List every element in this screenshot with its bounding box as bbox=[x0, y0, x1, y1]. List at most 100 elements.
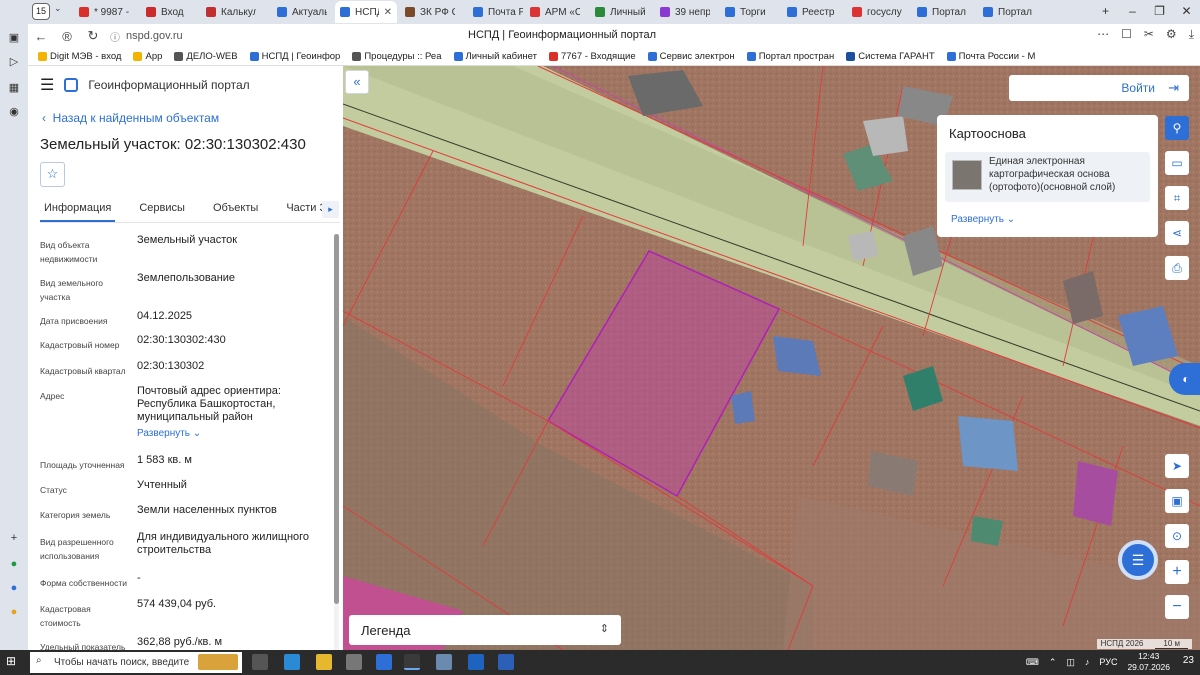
zoom-in-icon[interactable]: + bbox=[1165, 560, 1189, 584]
bookmark-item[interactable]: Личный кабинет bbox=[453, 51, 537, 62]
browser-tab[interactable]: ЗК РФ Ст bbox=[400, 1, 460, 23]
minimize-icon[interactable]: – bbox=[1119, 0, 1146, 24]
tab-label: госуслуг bbox=[867, 6, 902, 18]
explorer-icon[interactable] bbox=[316, 654, 332, 670]
volume-icon[interactable]: ♪ bbox=[1085, 657, 1090, 667]
browser-tab[interactable]: Почта Ро bbox=[468, 1, 528, 23]
back-to-results-link[interactable]: ‹ Назад к найденным объектам bbox=[42, 111, 219, 125]
green-app-icon[interactable]: ● bbox=[6, 556, 22, 572]
location-pin-icon[interactable]: ⊙ bbox=[1165, 524, 1189, 548]
task-view-icon[interactable] bbox=[252, 654, 268, 670]
tiger-widget-icon[interactable] bbox=[198, 654, 238, 670]
tray-chevron-icon[interactable]: ⌃ bbox=[1049, 657, 1057, 668]
select-area-tool-icon[interactable]: ⌗ bbox=[1165, 186, 1189, 210]
legend-selector[interactable]: Легенда ⇕ bbox=[349, 615, 621, 645]
network-icon[interactable]: ◫ bbox=[1066, 657, 1075, 668]
notification-badge[interactable]: 23 bbox=[1183, 655, 1194, 666]
print-tool-icon[interactable]: ⎙ bbox=[1165, 256, 1189, 280]
bookmark-item[interactable]: 7767 - Входящие bbox=[548, 51, 636, 62]
more-icon[interactable]: ⋯ bbox=[1097, 27, 1109, 42]
tabs-next-icon[interactable]: ▸ bbox=[322, 201, 339, 218]
menu-icon[interactable]: ☰ bbox=[40, 75, 54, 95]
back-arrow-icon[interactable]: ← bbox=[28, 29, 54, 44]
word-icon[interactable] bbox=[498, 654, 514, 670]
bookmark-item[interactable]: Почта России - М bbox=[946, 51, 1035, 62]
yandex-browser-icon[interactable] bbox=[404, 654, 420, 670]
language-indicator[interactable]: РУС bbox=[1099, 657, 1117, 667]
browser-tab[interactable]: Портал п bbox=[978, 1, 1038, 23]
calendar-icon[interactable]: ▦ bbox=[6, 80, 22, 96]
maximize-icon[interactable]: ❐ bbox=[1146, 0, 1173, 24]
store-icon[interactable] bbox=[346, 654, 362, 670]
mail-icon[interactable] bbox=[376, 654, 392, 670]
bookmark-item[interactable]: App bbox=[133, 51, 162, 62]
browser-tab[interactable]: госуслуг bbox=[847, 1, 907, 23]
clock[interactable]: 12:43 29.07.2026 bbox=[1127, 651, 1170, 673]
layers-tool-icon[interactable]: ⚲ bbox=[1165, 116, 1189, 140]
download-icon[interactable]: ⤓ bbox=[1189, 27, 1194, 42]
bookmark-favicon-icon bbox=[133, 52, 143, 61]
panel-scroll-thumb[interactable] bbox=[334, 234, 339, 604]
reload-icon[interactable]: ↻ bbox=[80, 28, 106, 44]
browser-tab[interactable]: Актуальн bbox=[272, 1, 332, 23]
play-icon[interactable]: ▷ bbox=[6, 54, 22, 70]
browser-tab[interactable]: АРМ «Сп bbox=[525, 1, 585, 23]
bookmark-item[interactable]: Система ГАРАНТ bbox=[846, 51, 935, 62]
add-icon[interactable]: + bbox=[6, 530, 22, 546]
browser-tab[interactable]: НСПД ✕ bbox=[335, 1, 397, 23]
assistant-tab-icon[interactable]: ◐ bbox=[1169, 363, 1200, 395]
bookmark-icon[interactable]: ☐ bbox=[1121, 27, 1132, 42]
map-view[interactable]: « Войти ⇥ Картооснова Единая электронная… bbox=[343, 66, 1200, 650]
bookmark-item[interactable]: Digit МЭВ - вход bbox=[38, 51, 121, 62]
browser-tab[interactable]: Портал п bbox=[912, 1, 972, 23]
tab-count[interactable]: 15 bbox=[32, 3, 50, 20]
login-button[interactable]: Войти ⇥ bbox=[1009, 75, 1189, 101]
bookmark-item[interactable]: Сервис электрон bbox=[647, 51, 735, 62]
browser-tab[interactable]: Вход bbox=[141, 1, 201, 23]
app-icon[interactable] bbox=[436, 654, 452, 670]
collapse-panel-icon[interactable]: « bbox=[345, 70, 369, 94]
browser-tab[interactable]: 39 непро bbox=[655, 1, 715, 23]
browser-tab[interactable]: Реестр и bbox=[782, 1, 842, 23]
edge-icon[interactable] bbox=[284, 654, 300, 670]
url-field[interactable]: nspd.gov.ru bbox=[126, 30, 183, 42]
minimap-tool-icon[interactable]: ▣ bbox=[1165, 489, 1189, 513]
bookmark-item[interactable]: НСПД | Геоинфор bbox=[249, 51, 340, 62]
ruler-tool-icon[interactable]: ▭ bbox=[1165, 151, 1189, 175]
extensions-icon[interactable]: ✂ bbox=[1144, 27, 1154, 42]
bookmark-item[interactable]: ДЕЛО-WEB bbox=[174, 51, 238, 62]
start-icon[interactable]: ⊞ bbox=[6, 654, 16, 668]
bookmark-item[interactable]: Портал простран bbox=[746, 51, 834, 62]
close-window-icon[interactable]: ✕ bbox=[1173, 0, 1200, 24]
portal-logo-icon[interactable] bbox=[64, 78, 79, 92]
new-tab-icon[interactable]: + bbox=[1092, 0, 1119, 24]
portal-name[interactable]: Геоинформационный портал bbox=[88, 78, 249, 92]
browser-tab[interactable]: Калькуля bbox=[201, 1, 261, 23]
extension-icon[interactable]: ® bbox=[54, 29, 80, 44]
panel-tab[interactable]: Объекты bbox=[209, 199, 262, 222]
browser-tab[interactable]: * 9987 - В bbox=[74, 1, 134, 23]
zoom-out-icon[interactable]: − bbox=[1165, 595, 1189, 619]
basemap-expand-link[interactable]: Развернуть ⌄ bbox=[951, 214, 1015, 225]
keyboard-icon[interactable]: ⌨ bbox=[1026, 657, 1039, 668]
close-tab-icon[interactable]: ✕ bbox=[384, 7, 392, 18]
basemap-layer-item[interactable]: Единая электронная картографическая осно… bbox=[945, 152, 1150, 202]
browser-tab[interactable]: Личный к bbox=[590, 1, 650, 23]
chat-icon[interactable]: ☰ bbox=[1118, 540, 1158, 580]
panel-tab[interactable]: Сервисы bbox=[135, 199, 189, 222]
panel-tab[interactable]: Информация bbox=[40, 199, 116, 222]
outlook-icon[interactable] bbox=[468, 654, 484, 670]
browser-tab[interactable]: Торги bbox=[720, 1, 780, 23]
camera-icon[interactable]: ◉ bbox=[6, 104, 22, 120]
profile-icon[interactable]: ⚙ bbox=[1166, 27, 1177, 42]
address-expand-link[interactable]: Развернуть ⌄ bbox=[137, 427, 333, 440]
bookmark-item[interactable]: Процедуры :: Реа bbox=[352, 51, 442, 62]
share-tool-icon[interactable]: ⋖ bbox=[1165, 221, 1189, 245]
tab-list-chevron-icon[interactable]: ⌄ bbox=[54, 3, 68, 14]
mail-app-icon[interactable]: ● bbox=[6, 604, 22, 620]
collections-icon[interactable]: ▣ bbox=[6, 30, 22, 46]
messenger-icon[interactable]: ● bbox=[6, 580, 22, 596]
attribute-value-text: 04.12.2025 bbox=[137, 310, 193, 322]
favorite-star-icon[interactable]: ☆ bbox=[40, 162, 65, 187]
locate-tool-icon[interactable]: ➤ bbox=[1165, 454, 1189, 478]
